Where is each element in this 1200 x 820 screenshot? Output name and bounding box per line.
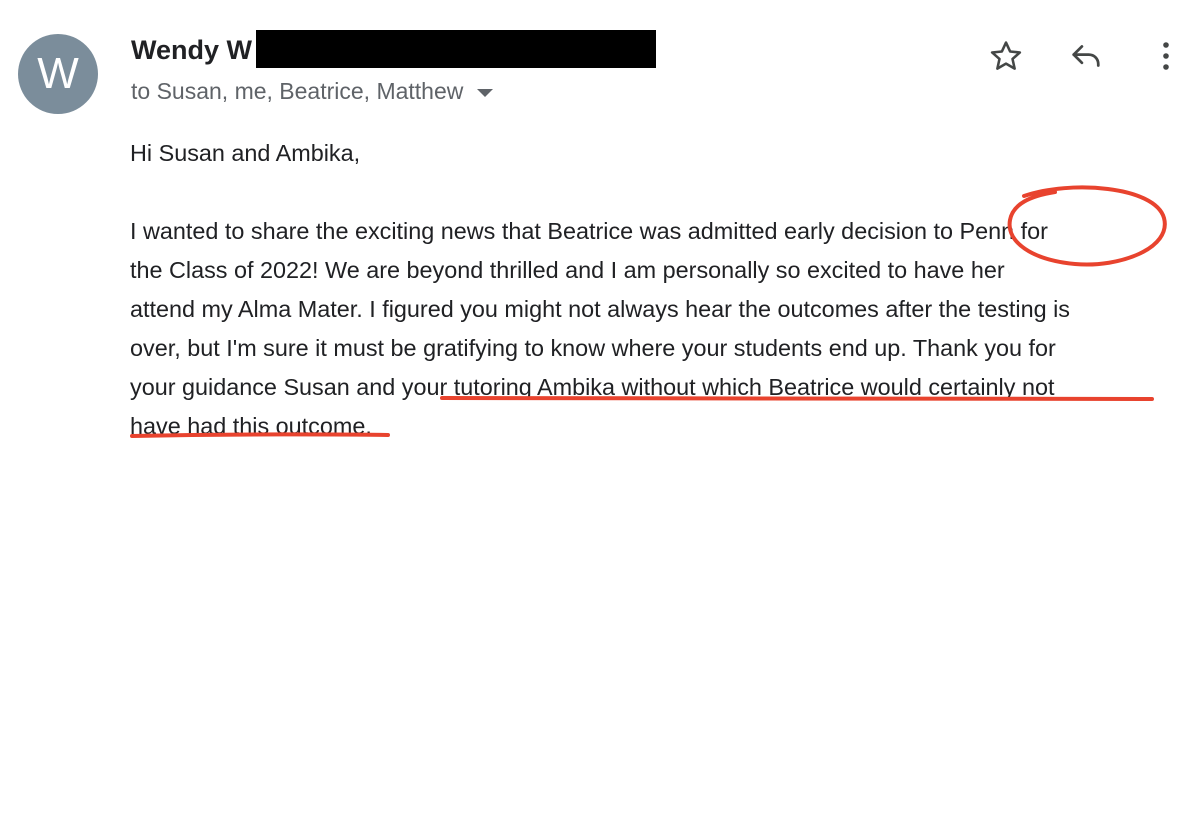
body-line-1: I wanted to share the exciting news that… [130,218,1048,244]
greeting: Hi Susan and Ambika, [130,140,361,166]
recipients-line[interactable]: to Susan, me, Beatrice, Matthew [131,78,494,105]
body-line-2: the Class of 2022! We are beyond thrille… [130,257,1005,283]
reply-icon[interactable] [1064,36,1108,76]
more-options-icon[interactable] [1150,34,1182,78]
recipients-text: to Susan, me, Beatrice, Matthew [131,78,464,104]
body-line-6: have had this outcome. [130,413,372,439]
message-body: Hi Susan and Ambika, I wanted to share t… [130,134,1190,446]
star-icon[interactable] [986,36,1026,76]
redaction-bar [256,30,656,68]
chevron-down-icon[interactable] [477,88,494,97]
body-line-5: your guidance Susan and your tutoring Am… [130,374,1055,400]
avatar-letter: W [37,49,79,98]
sender-avatar: W [18,34,98,114]
body-line-3: attend my Alma Mater. I figured you migh… [130,296,1070,322]
sender-name: Wendy W [131,35,252,65]
body-line-4: over, but I'm sure it must be gratifying… [130,335,1056,361]
